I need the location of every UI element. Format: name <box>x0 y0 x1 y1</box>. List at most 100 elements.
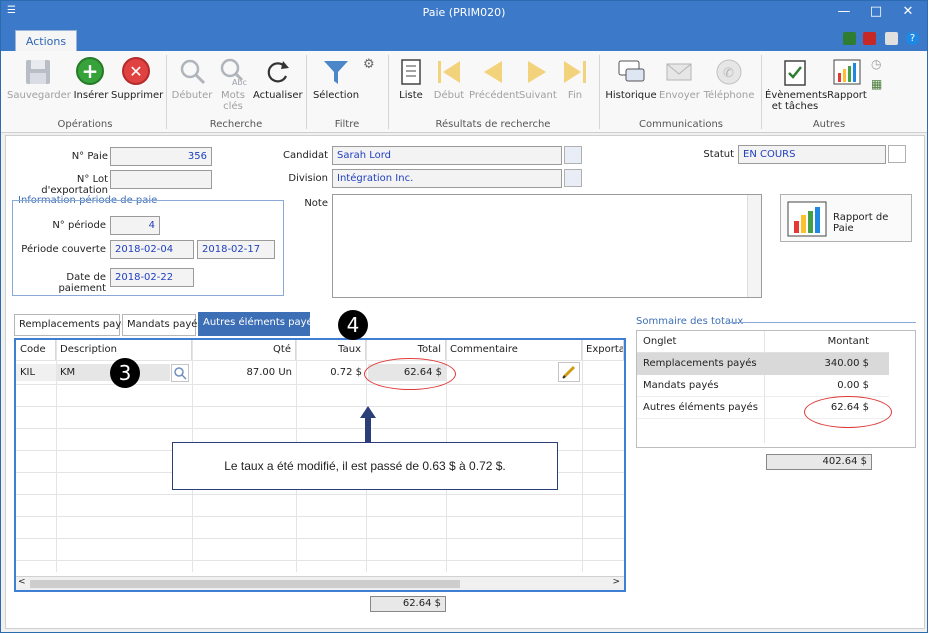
scroll-left-icon[interactable]: < <box>18 577 26 587</box>
status-search-icon[interactable] <box>888 145 906 163</box>
tab-mandates[interactable]: Mandats payés <box>122 314 203 336</box>
title-bar: ☰ Paie (PRIM020) — □ ✕ <box>1 1 927 25</box>
list-icon <box>396 57 426 87</box>
cell-qty[interactable]: 87.00 Un <box>192 364 296 381</box>
period-from-field[interactable]: 2018-02-04 <box>110 240 194 259</box>
group-operations-label: Opérations <box>57 119 113 130</box>
clipboard-icon <box>780 57 810 87</box>
status-field[interactable]: EN COURS <box>738 145 886 164</box>
cell-rate[interactable]: 0.72 $ <box>296 364 366 381</box>
start-search-button[interactable]: Débuter <box>171 57 213 101</box>
col-description-header[interactable]: Description <box>56 340 192 360</box>
candidate-lookup-icon[interactable] <box>564 146 582 164</box>
summary-row[interactable]: Mandats payés 0.00 $ <box>637 375 889 397</box>
ribbon-tab-bar: Actions ? <box>1 25 927 51</box>
refresh-button[interactable]: Actualiser <box>253 57 303 101</box>
history-icon <box>616 57 646 87</box>
group-resultats-label: Résultats de recherche <box>435 119 551 130</box>
col-qty-header[interactable]: Qté <box>192 340 296 360</box>
lock-icon[interactable] <box>885 32 898 45</box>
events-tasks-button[interactable]: Évènements et tâches <box>765 57 827 112</box>
gear-icon[interactable]: ⚙ <box>363 57 375 72</box>
description-search-icon[interactable] <box>171 364 189 382</box>
help-icon[interactable]: ? <box>906 32 919 45</box>
col-export-header[interactable]: Exportat <box>582 340 624 360</box>
pay-number-label: N° Paie <box>71 151 108 162</box>
annotation-badge-3: 3 <box>110 358 140 388</box>
rate-change-callout: Le taux a été modifié, il est passé de 0… <box>172 442 558 490</box>
previous-icon <box>478 57 508 87</box>
maximize-button[interactable]: □ <box>861 4 891 19</box>
tab-other-items[interactable]: Autres éléments payés <box>198 312 318 336</box>
division-lookup-icon[interactable] <box>564 169 582 187</box>
ribbon: Sauvegarder + Insérer ✕ Supprimer Opérat… <box>1 51 927 133</box>
send-button[interactable]: Envoyer <box>659 57 700 101</box>
tab-actions[interactable]: Actions <box>15 30 77 51</box>
clock-icon[interactable]: ◷ <box>871 57 881 71</box>
calculator-icon[interactable] <box>843 32 856 45</box>
group-recherche-label: Recherche <box>209 119 263 130</box>
pay-form: N° Paie 356 N° Lot d'exportation Informa… <box>5 135 925 629</box>
pay-number-field[interactable]: 356 <box>110 147 212 166</box>
next-button[interactable]: Suivant <box>519 57 557 101</box>
period-to-field[interactable]: 2018-02-17 <box>197 240 275 259</box>
note-textarea[interactable] <box>332 194 762 298</box>
group-communications-label: Communications <box>638 119 724 130</box>
list-button[interactable]: Liste <box>395 57 427 101</box>
summary-row[interactable]: Remplacements payés 340.00 $ <box>637 353 889 375</box>
export-lot-label: N° Lot d'exportation <box>41 174 108 196</box>
period-number-label: N° période <box>52 220 106 231</box>
close-button[interactable]: ✕ <box>893 4 923 19</box>
delete-button[interactable]: ✕ Supprimer <box>111 57 163 101</box>
note-scrollbar[interactable] <box>747 195 761 297</box>
grid-total-field: 62.64 $ <box>370 596 446 612</box>
tab-replacements[interactable]: Remplacements payés <box>14 314 133 336</box>
pay-date-field[interactable]: 2018-02-22 <box>110 268 194 287</box>
first-icon <box>434 57 464 87</box>
window-title: Paie (PRIM020) <box>422 6 506 19</box>
keywords-button[interactable]: Abc Mots clés <box>215 57 251 112</box>
selection-button[interactable]: Sélection <box>311 57 361 101</box>
calendar-icon[interactable] <box>863 32 876 45</box>
period-number-field[interactable]: 4 <box>110 216 160 235</box>
envelope-icon <box>664 57 694 87</box>
grid-horizontal-scrollbar[interactable]: < > <box>16 576 624 590</box>
summary-col-tab: Onglet <box>643 336 677 347</box>
col-total-header[interactable]: Total <box>366 340 446 360</box>
last-icon <box>560 57 590 87</box>
cell-code[interactable]: KIL <box>16 364 56 381</box>
delete-icon: ✕ <box>122 57 150 85</box>
period-range-label: Période couverte <box>21 244 106 255</box>
export-lot-field[interactable] <box>110 170 212 189</box>
scroll-right-icon[interactable]: > <box>612 577 620 587</box>
note-label: Note <box>304 198 328 209</box>
scroll-thumb[interactable] <box>30 580 460 588</box>
svg-text:✆: ✆ <box>723 66 734 81</box>
save-button[interactable]: Sauvegarder <box>7 57 71 101</box>
magnifier-icon <box>177 57 207 87</box>
col-rate-header[interactable]: Taux <box>296 340 366 360</box>
candidate-field[interactable]: Sarah Lord <box>332 146 562 165</box>
col-comment-header[interactable]: Commentaire <box>446 340 582 360</box>
pay-report-button[interactable]: Rapport de Paie <box>780 194 912 242</box>
summary-total-field: 402.64 $ <box>766 454 872 470</box>
insert-button[interactable]: + Insérer <box>73 57 109 101</box>
col-code-header[interactable]: Code <box>16 340 56 360</box>
division-label: Division <box>288 173 328 184</box>
first-button[interactable]: Début <box>431 57 467 101</box>
edit-pencil-icon[interactable] <box>558 362 580 382</box>
history-button[interactable]: Historique <box>605 57 657 101</box>
next-icon <box>522 57 552 87</box>
report-button[interactable]: Rapport <box>827 57 867 101</box>
division-field[interactable]: Intégration Inc. <box>332 169 562 188</box>
minimize-button[interactable]: — <box>829 4 859 19</box>
report-chart-icon <box>787 201 827 237</box>
phone-button[interactable]: ✆ Téléphone <box>701 57 757 101</box>
last-button[interactable]: Fin <box>559 57 591 101</box>
group-autres-label: Autres <box>812 119 846 130</box>
candidate-label: Candidat <box>283 150 328 161</box>
summary-highlight-oval <box>804 396 892 428</box>
export-icon[interactable]: ▦ <box>871 77 882 91</box>
previous-button[interactable]: Précédent <box>469 57 519 101</box>
svg-text:Abc: Abc <box>232 78 247 87</box>
